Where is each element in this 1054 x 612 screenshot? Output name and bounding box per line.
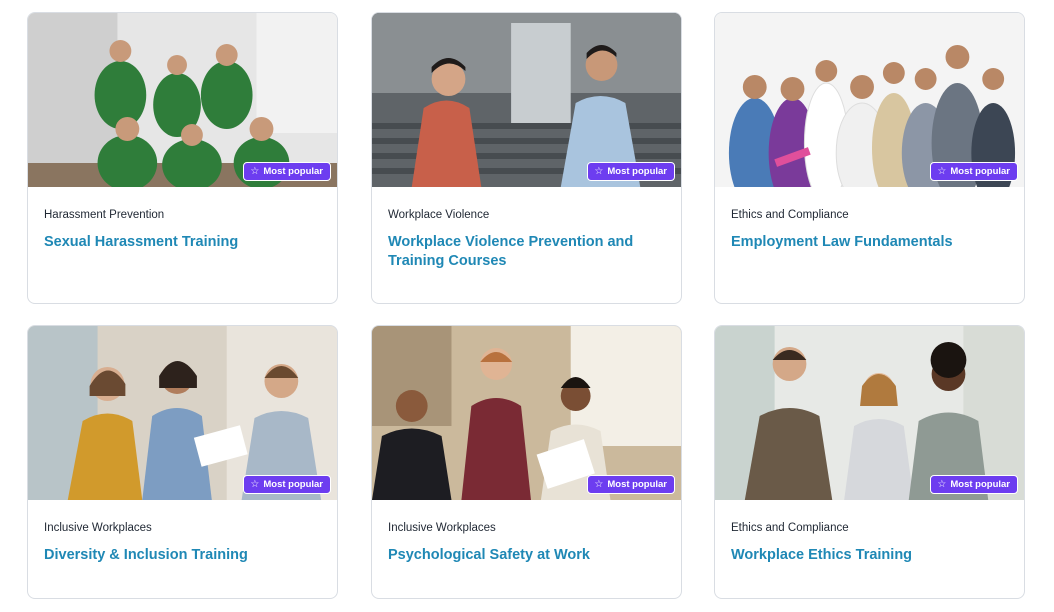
- star-icon: ☆: [937, 165, 947, 177]
- course-card-sexual-harassment[interactable]: ☆ Most popular Harassment Prevention Sex…: [27, 12, 338, 304]
- business-people-talking-photo[interactable]: ☆ Most popular: [715, 326, 1024, 500]
- course-category: Inclusive Workplaces: [388, 522, 496, 534]
- course-category: Ethics and Compliance: [731, 209, 849, 221]
- course-grid: ☆ Most popular Harassment Prevention Sex…: [0, 0, 1054, 612]
- star-icon: ☆: [594, 165, 604, 177]
- colleagues-discussing-photo[interactable]: ☆ Most popular: [28, 326, 337, 500]
- most-popular-badge: ☆ Most popular: [930, 162, 1018, 181]
- most-popular-badge: ☆ Most popular: [587, 475, 675, 494]
- course-title-link[interactable]: Diversity & Inclusion Training: [44, 546, 324, 565]
- most-popular-badge: ☆ Most popular: [587, 162, 675, 181]
- course-card-diversity-inclusion[interactable]: ☆ Most popular Inclusive Workplaces Dive…: [27, 325, 338, 599]
- most-popular-badge: ☆ Most popular: [243, 162, 331, 181]
- course-title-link[interactable]: Psychological Safety at Work: [388, 546, 668, 565]
- most-popular-badge: ☆ Most popular: [243, 475, 331, 494]
- course-title-link[interactable]: Workplace Ethics Training: [731, 546, 1011, 565]
- course-title-link[interactable]: Workplace Violence Prevention and Traini…: [388, 233, 668, 271]
- two-men-arguing-photo[interactable]: ☆ Most popular: [372, 13, 681, 187]
- office-team-meeting-photo[interactable]: ☆ Most popular: [372, 326, 681, 500]
- star-icon: ☆: [594, 478, 604, 490]
- course-category: Ethics and Compliance: [731, 522, 849, 534]
- course-card-workplace-violence[interactable]: ☆ Most popular Workplace Violence Workpl…: [371, 12, 682, 304]
- course-title-link[interactable]: Employment Law Fundamentals: [731, 233, 1011, 252]
- course-category: Inclusive Workplaces: [44, 522, 152, 534]
- course-title-link[interactable]: Sexual Harassment Training: [44, 233, 324, 252]
- star-icon: ☆: [937, 478, 947, 490]
- course-card-employment-law[interactable]: ☆ Most popular Ethics and Compliance Emp…: [714, 12, 1025, 304]
- course-category: Harassment Prevention: [44, 209, 165, 221]
- course-card-workplace-ethics[interactable]: ☆ Most popular Ethics and Compliance Wor…: [714, 325, 1025, 599]
- star-icon: ☆: [250, 478, 260, 490]
- diverse-professionals-group-photo[interactable]: ☆ Most popular: [715, 13, 1024, 187]
- star-icon: ☆: [250, 165, 260, 177]
- most-popular-badge: ☆ Most popular: [930, 475, 1018, 494]
- course-card-psychological-safety[interactable]: ☆ Most popular Inclusive Workplaces Psyc…: [371, 325, 682, 599]
- team-in-green-shirts-photo[interactable]: ☆ Most popular: [28, 13, 337, 187]
- course-category: Workplace Violence: [388, 209, 490, 221]
